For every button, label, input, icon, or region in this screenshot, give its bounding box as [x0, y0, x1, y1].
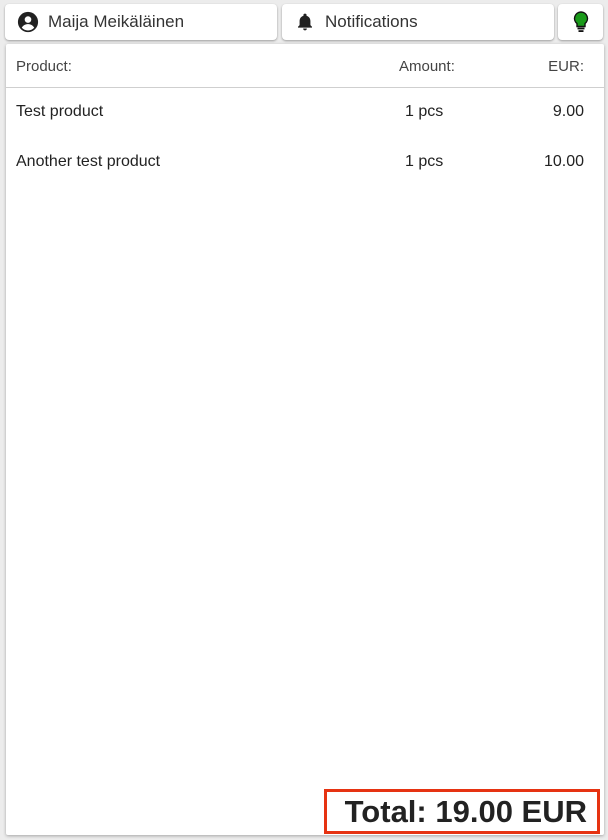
lightbulb-icon: [570, 11, 592, 33]
row-product: Another test product: [16, 153, 161, 170]
total-summary: Total: 19.00 EUR: [324, 789, 600, 834]
row-amount: 1 pcs: [405, 103, 444, 120]
row-amount: 1 pcs: [405, 153, 444, 170]
row-eur: 10.00: [543, 153, 584, 170]
table-header: Product: Amount: EUR:: [6, 44, 604, 88]
user-account-button[interactable]: Maija Meikäläinen: [5, 4, 277, 40]
header-amount: Amount:: [399, 58, 455, 75]
notifications-button[interactable]: Notifications: [282, 4, 554, 40]
row-eur: 9.00: [552, 103, 584, 120]
table-row: Another test product 1 pcs 10.00: [6, 143, 604, 183]
bell-icon: [294, 11, 316, 33]
lightbulb-button[interactable]: [558, 4, 603, 40]
total-text: Total: 19.00 EUR: [344, 793, 587, 829]
header-eur: EUR:: [548, 58, 584, 75]
header-product: Product:: [16, 58, 72, 75]
top-bar: Maija Meikäläinen Notifications: [0, 0, 608, 44]
order-panel: Product: Amount: EUR: Test product 1 pcs…: [6, 44, 604, 835]
account-circle-icon: [17, 11, 39, 33]
notifications-label: Notifications: [325, 12, 418, 31]
table-row: Test product 1 pcs 9.00: [6, 93, 604, 133]
user-name-label: Maija Meikäläinen: [48, 12, 185, 31]
row-product: Test product: [16, 103, 104, 120]
